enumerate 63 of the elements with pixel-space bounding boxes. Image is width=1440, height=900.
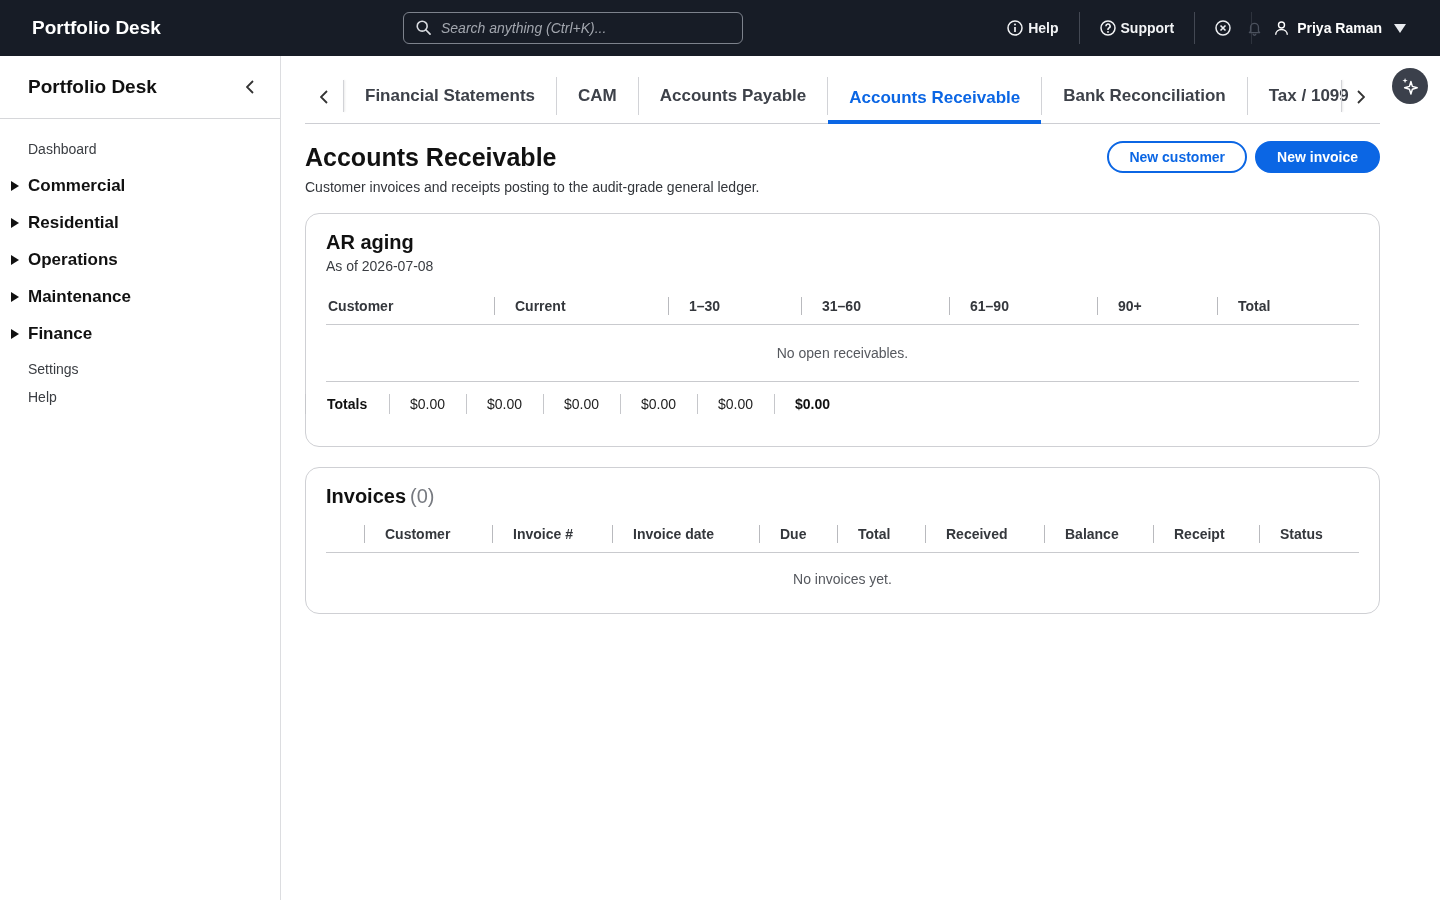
empty-message: No invoices yet. xyxy=(792,570,893,589)
action-button[interactable]: New invoice xyxy=(1255,141,1380,173)
total-cell: $0.00 xyxy=(389,394,466,414)
sidebar-title: Portfolio Desk xyxy=(28,76,157,98)
caret-down-icon xyxy=(1394,23,1406,33)
chevron-left-icon xyxy=(246,80,254,94)
question-icon xyxy=(1099,20,1116,36)
column-header: Invoice date xyxy=(612,525,714,543)
search-field[interactable]: Search anything (Ctrl+K)... xyxy=(403,12,743,44)
grand-total-cell: $0.00 xyxy=(774,394,851,414)
tab[interactable]: Bank Reconciliation xyxy=(1042,76,1247,124)
tab[interactable]: Accounts Payable xyxy=(638,76,828,124)
search-icon xyxy=(416,20,431,35)
totals-label: Totals xyxy=(305,394,389,414)
nav-link[interactable]: Help xyxy=(0,383,280,411)
column-header: Invoice # xyxy=(492,525,573,543)
tab[interactable]: CAM xyxy=(557,76,638,124)
column-header: Receipt xyxy=(1153,525,1225,543)
total-cell: $0.00 xyxy=(466,394,543,414)
nav-link[interactable]: Dashboard xyxy=(0,135,280,163)
total-cell: $0.00 xyxy=(620,394,697,414)
page-subtitle: Customer invoices and receipts posting to the audit-grade general ledger. xyxy=(305,178,761,197)
nav-group[interactable]: Maintenance xyxy=(0,278,280,315)
column-header: Customer xyxy=(327,297,394,315)
column-header: Status xyxy=(1259,525,1323,543)
nav-group[interactable]: Operations xyxy=(0,241,280,278)
tab[interactable]: Tax / 1099 xyxy=(1247,76,1370,124)
nav-group[interactable]: Commercial xyxy=(0,167,280,204)
invoice-count: (0) xyxy=(410,485,435,507)
tab[interactable]: Financial Statements xyxy=(344,76,557,124)
card-title: Invoices xyxy=(326,485,407,507)
total-cell: $0.00 xyxy=(697,394,774,414)
chevron-left-icon xyxy=(320,89,328,104)
tab[interactable]: Accounts Receivable xyxy=(828,76,1042,124)
brand-title: Portfolio Desk xyxy=(32,17,162,39)
user-icon xyxy=(1274,20,1290,36)
nav-group[interactable]: Finance xyxy=(0,315,280,352)
nav-group[interactable]: Residential xyxy=(0,204,280,241)
column-header: 1–30 xyxy=(668,297,721,315)
user-menu[interactable]: Priya Raman xyxy=(1268,20,1406,36)
header-link[interactable]: Help xyxy=(987,20,1079,36)
column-header: Total xyxy=(837,525,891,543)
nav-link[interactable]: Settings xyxy=(0,355,280,383)
column-header: Received xyxy=(925,525,1008,543)
column-header: Balance xyxy=(1044,525,1119,543)
sparkle-icon xyxy=(1401,77,1419,95)
column-header: Customer xyxy=(364,525,451,543)
empty-message: No open receivables. xyxy=(326,325,1359,382)
total-cell: $0.00 xyxy=(543,394,620,414)
action-button[interactable]: New customer xyxy=(1107,141,1248,173)
column-header: 61–90 xyxy=(949,297,1009,315)
column-header: Total xyxy=(1217,297,1271,315)
sparkle-button[interactable] xyxy=(1392,68,1428,104)
chevron-right-icon xyxy=(1357,89,1365,104)
page-title: Accounts Receivable xyxy=(305,142,557,172)
column-header: Current xyxy=(494,297,566,315)
column-header: 31–60 xyxy=(801,297,861,315)
column-header: Due xyxy=(759,525,807,543)
column-header: 90+ xyxy=(1097,297,1142,315)
as-of-date: As of 2026-07-08 xyxy=(326,257,435,276)
card-title: AR aging xyxy=(326,230,415,254)
info-icon xyxy=(1007,20,1024,36)
header-link[interactable]: Support xyxy=(1079,20,1195,36)
